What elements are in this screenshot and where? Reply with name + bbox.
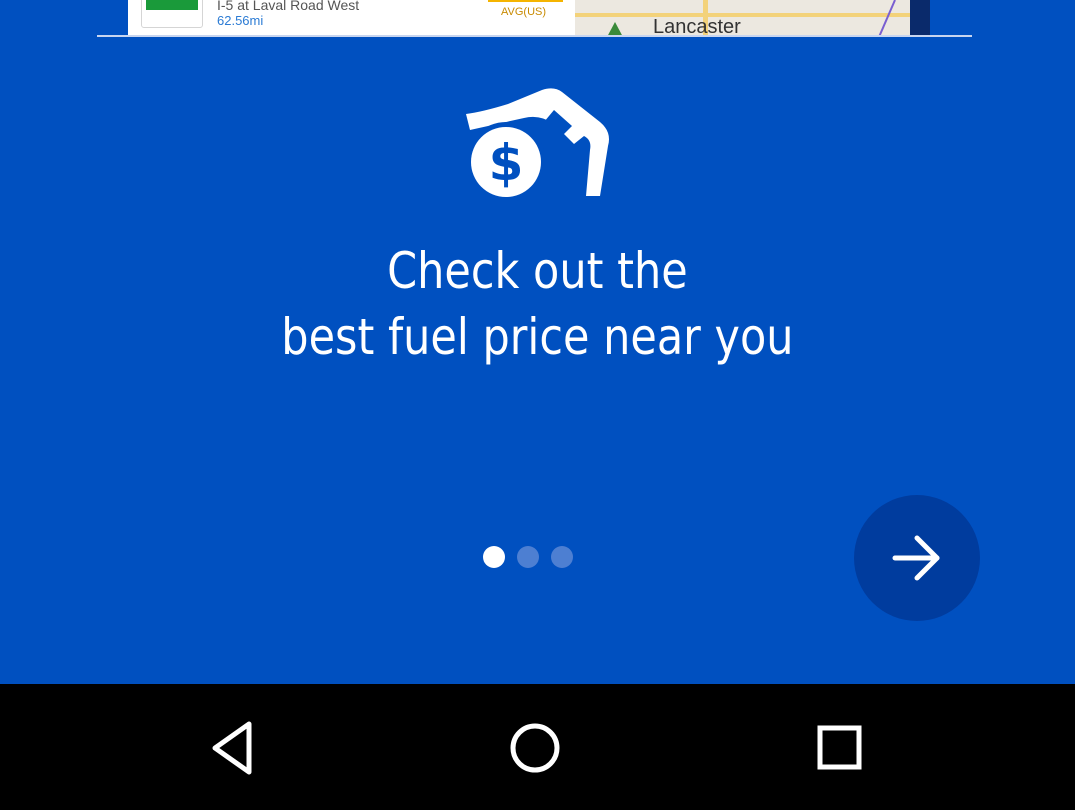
divider <box>97 35 972 37</box>
arrow-right-icon <box>892 535 940 581</box>
station-brand-logo <box>141 0 203 28</box>
page-dot-3[interactable] <box>551 546 573 568</box>
station-address: I-5 at Laval Road West <box>217 0 360 13</box>
price-average-label: AVG(US) <box>501 6 547 18</box>
price-highlight <box>488 0 563 2</box>
station-card-preview: I-5 at Laval Road West 62.56mi AVG(US) <box>128 0 575 36</box>
system-navigation-bar <box>0 684 1075 810</box>
onboarding-screen: I-5 at Laval Road West 62.56mi AVG(US) L… <box>0 0 1075 684</box>
svg-text:$: $ <box>489 134 524 192</box>
home-button[interactable] <box>507 720 567 776</box>
page-indicator <box>483 546 583 568</box>
next-button[interactable] <box>854 495 980 621</box>
recents-button[interactable] <box>812 720 872 776</box>
onboarding-headline: Check out the best fuel price near you <box>75 238 1000 370</box>
recents-square-icon <box>817 725 862 770</box>
app-preview-strip: I-5 at Laval Road West 62.56mi AVG(US) L… <box>0 0 1075 37</box>
page-dot-2[interactable] <box>517 546 539 568</box>
back-triangle-icon <box>212 721 252 775</box>
fuel-nozzle-dollar-icon: $ <box>462 84 614 206</box>
page-dot-1[interactable] <box>483 546 505 568</box>
station-distance: 62.56mi <box>217 13 264 28</box>
back-button[interactable] <box>205 720 265 776</box>
headline-line-1: Check out the <box>387 242 688 300</box>
home-circle-icon <box>510 723 560 773</box>
headline-line-2: best fuel price near you <box>281 308 794 366</box>
map-place-label: Lancaster <box>653 16 741 37</box>
map-preview: Lancaster <box>575 0 910 37</box>
